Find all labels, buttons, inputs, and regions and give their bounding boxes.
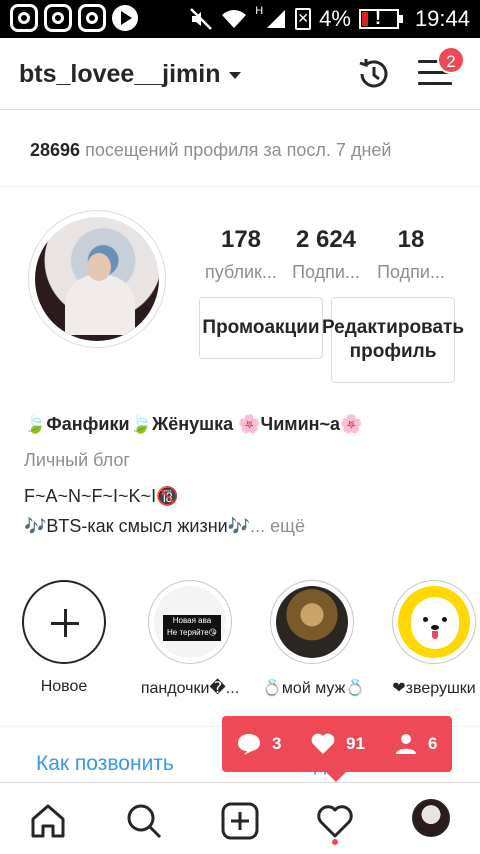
sim-icon: ✕ — [295, 8, 312, 30]
highlight-label: 💍мой муж💍 — [262, 680, 366, 697]
highlight-item[interactable]: 💍мой муж💍 — [262, 580, 366, 698]
top-nav: bts_lovee__jimin 2 — [0, 38, 480, 110]
mute-icon — [190, 8, 213, 30]
call-link[interactable]: Как позвонить — [36, 752, 174, 776]
highlight-cover: Новая ава Не теряйте😘 — [148, 580, 232, 664]
profile-category: Личный блог — [24, 450, 130, 470]
overlay-text: Не теряйте😘 — [167, 628, 217, 637]
highlight-item[interactable]: ❤зверушки — [384, 580, 480, 698]
highlight-label: ❤зверушки — [392, 680, 476, 697]
toast-comments: 3 — [236, 732, 281, 756]
person-icon — [396, 734, 416, 754]
stat-value: 178 — [220, 226, 262, 253]
activity-dot — [332, 839, 338, 845]
comments-count: 3 — [272, 734, 282, 753]
profile-visits[interactable]: 28696 посещений профиля за посл. 7 дней — [30, 140, 391, 161]
stat-label: публик... — [205, 262, 277, 282]
instagram-icon — [10, 4, 38, 32]
stat-posts[interactable]: 178 публик... — [200, 226, 282, 283]
status-bar: H ✕ 4% 19:44 — [0, 0, 480, 38]
highlight-overlay: Новая ава Не теряйте😘 — [163, 615, 221, 641]
profile-name: 🍃Фанфики🍃Жёнушка 🌸Чимин~а🌸 — [24, 414, 363, 434]
signal-icon — [267, 10, 286, 28]
instagram-icon — [44, 4, 72, 32]
stat-label: Подпи... — [377, 262, 445, 282]
search-icon[interactable] — [124, 801, 164, 841]
account-switcher[interactable]: bts_lovee__jimin — [19, 60, 220, 89]
highlight-item[interactable]: Новая ава Не теряйте😘 пандочки�... — [140, 580, 240, 698]
home-icon[interactable] — [28, 801, 68, 841]
overlay-text: Новая ава — [172, 616, 212, 625]
character-face — [411, 597, 459, 649]
bio-line: 🎶BTS-как смысл жизни🎶... ещё — [24, 516, 305, 537]
network-type: H — [255, 5, 264, 17]
battery-icon — [358, 8, 403, 29]
divider — [0, 186, 480, 187]
bio-line: F~A~N~F~I~K~I🔞 — [24, 486, 179, 506]
activity-toast[interactable]: 3 91 6 — [222, 716, 452, 782]
avatar-image — [35, 217, 159, 341]
follows-count: 6 — [428, 734, 438, 753]
instagram-icon — [78, 4, 106, 32]
likes-count: 91 — [346, 734, 365, 753]
comment-icon — [238, 734, 260, 755]
chevron-down-icon[interactable] — [229, 72, 241, 79]
stat-following[interactable]: 18 Подпи... — [370, 226, 452, 283]
profile-avatar[interactable] — [28, 210, 166, 348]
highlight-cover — [392, 580, 476, 664]
bio-text: 🎶BTS-как смысл жизни🎶 — [24, 516, 251, 536]
profile-tab-avatar[interactable] — [412, 799, 450, 837]
edit-profile-button[interactable]: Редактировать профиль — [322, 297, 464, 383]
activity-heart-icon[interactable] — [315, 801, 355, 841]
visits-text: посещений профиля за посл. 7 дней — [85, 140, 392, 160]
bottom-nav — [0, 782, 480, 854]
stat-value: 18 — [397, 226, 425, 253]
toast-follows: 6 — [394, 732, 437, 756]
battery-percent: 4% — [319, 6, 351, 31]
highlight-new[interactable]: Новое — [14, 580, 114, 696]
stat-label: Подпи... — [292, 262, 360, 282]
promotions-button[interactable]: Промоакции — [199, 297, 323, 359]
highlight-cover — [270, 580, 354, 664]
heart-icon — [311, 733, 335, 754]
highlight-label: пандочки�... — [140, 680, 240, 697]
stat-value: 2 624 — [295, 226, 357, 253]
notification-badge: 2 — [437, 46, 465, 74]
new-post-icon[interactable] — [220, 801, 260, 841]
stat-followers[interactable]: 2 624 Подпи... — [285, 226, 367, 283]
play-icon — [112, 5, 138, 31]
visits-count: 28696 — [30, 140, 81, 160]
clock: 19:44 — [414, 6, 470, 31]
wifi-icon — [222, 10, 247, 28]
plus-icon — [22, 580, 106, 664]
highlight-label: Новое — [40, 678, 88, 695]
history-icon[interactable] — [356, 56, 392, 92]
more-link[interactable]: ... ещё — [250, 516, 305, 536]
toast-likes: 91 — [310, 732, 365, 756]
